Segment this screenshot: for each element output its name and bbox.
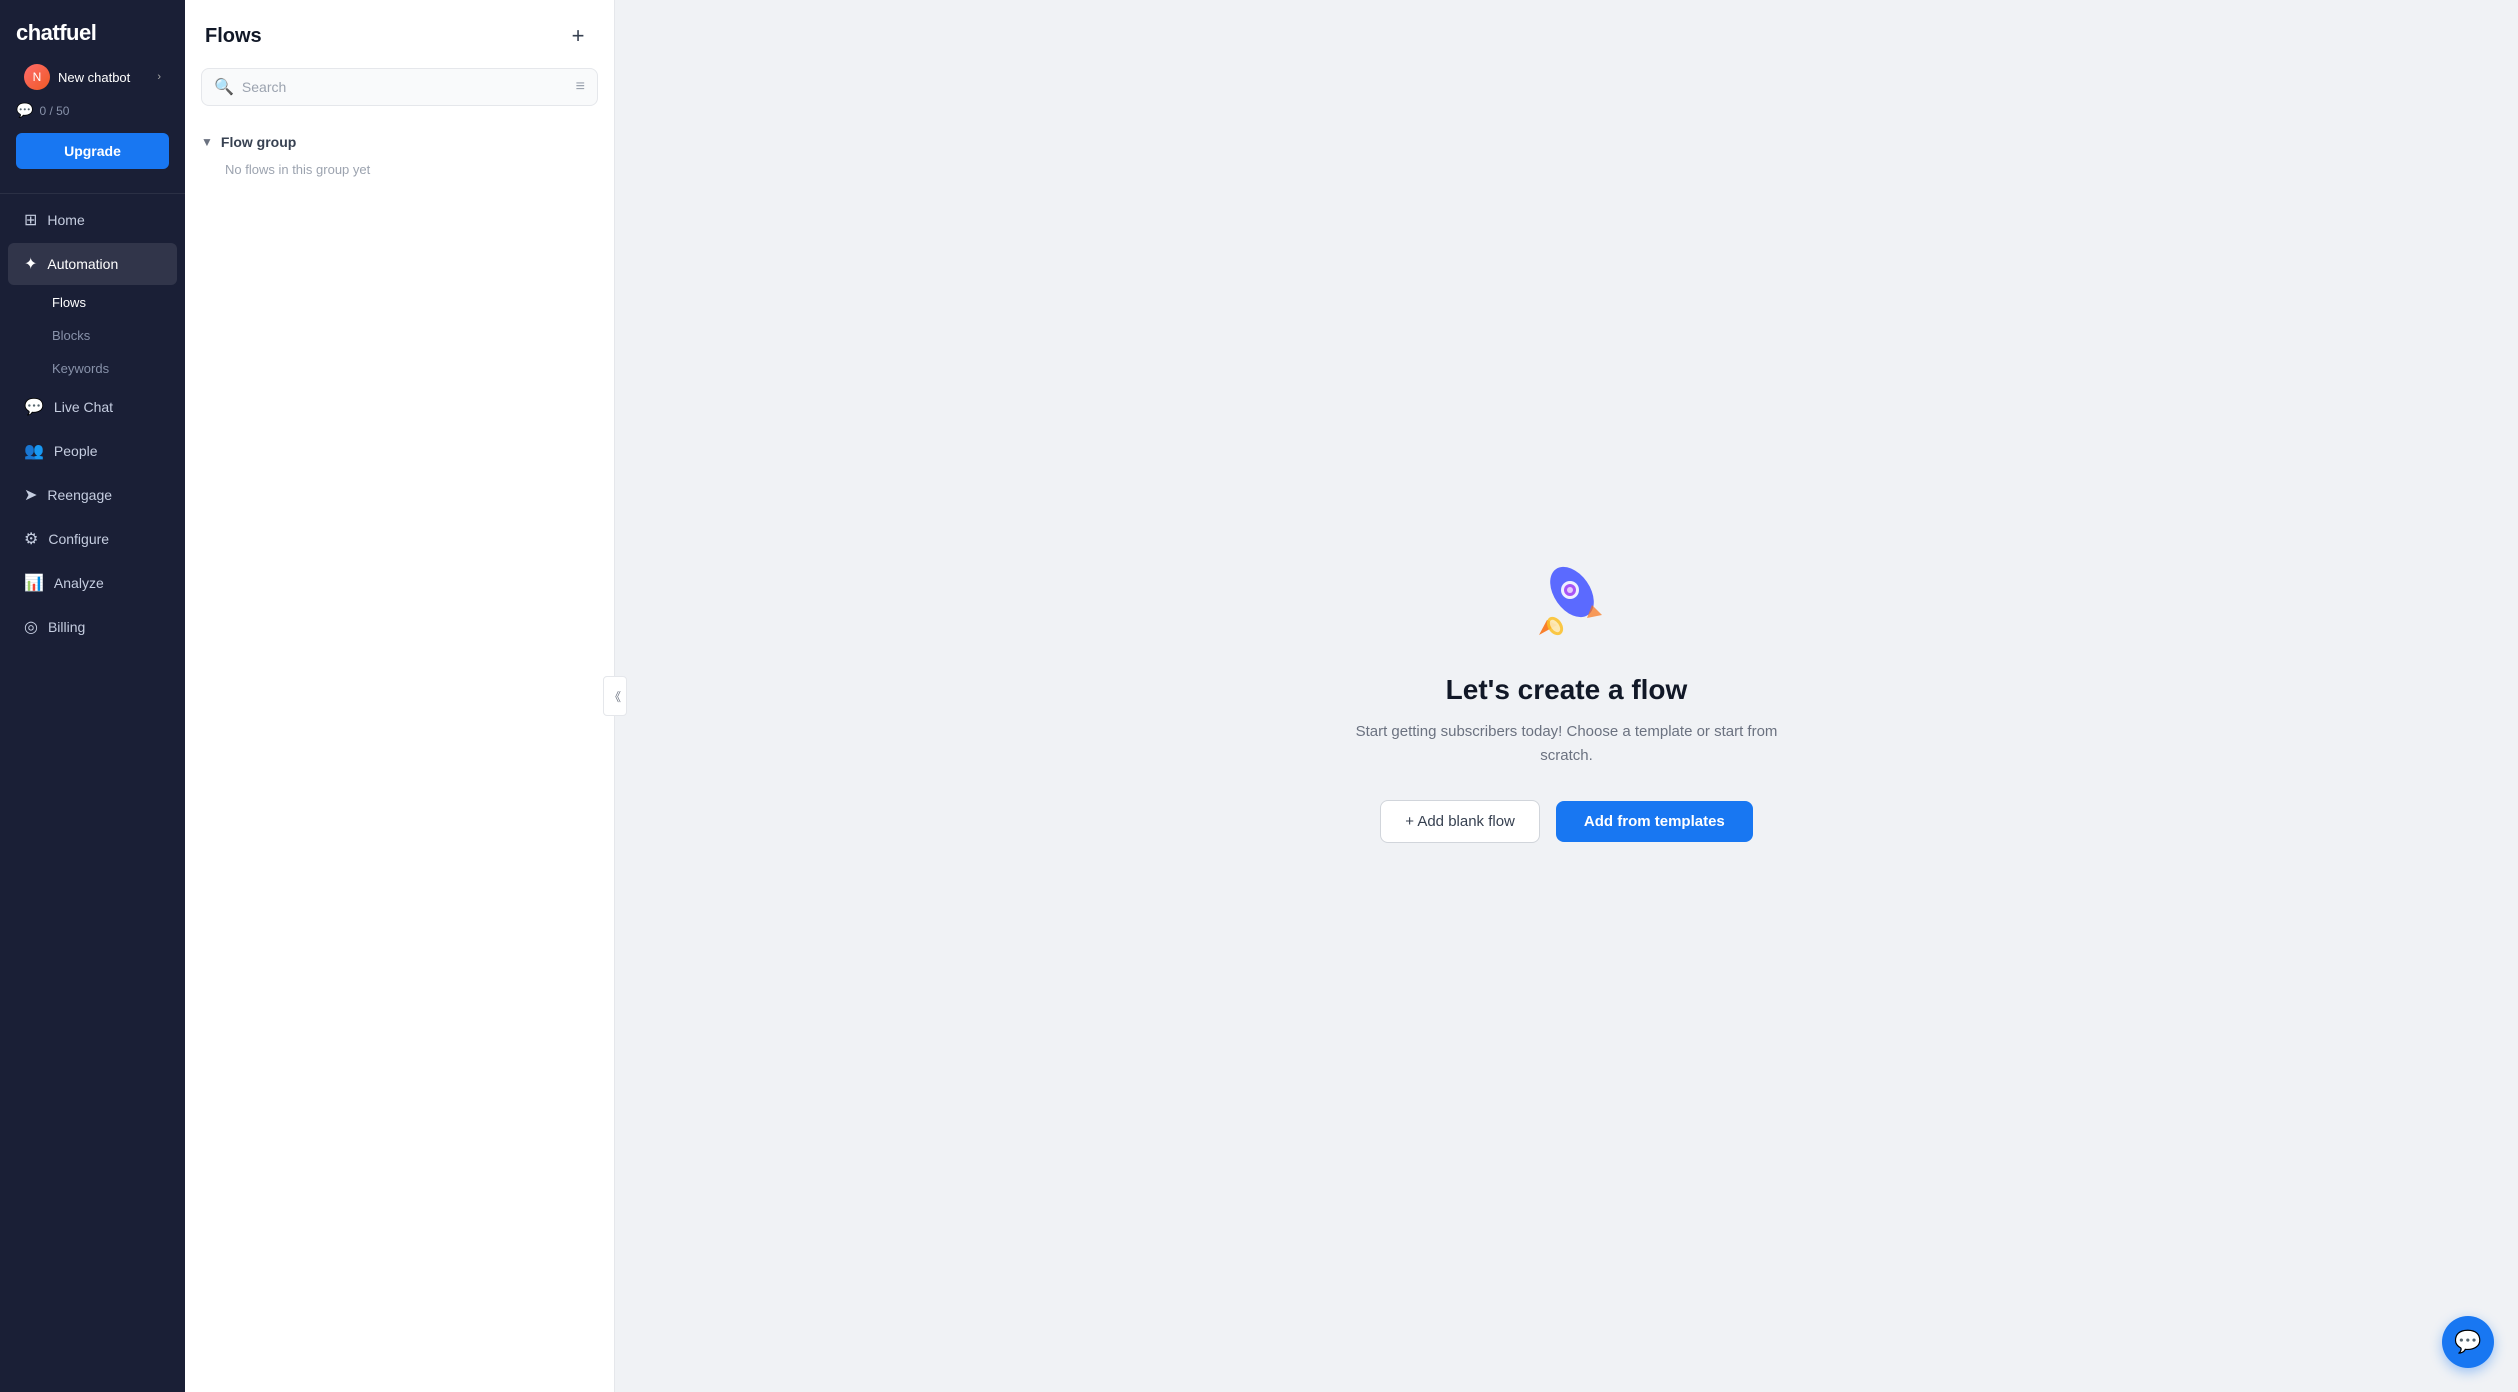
add-flow-button[interactable]: + <box>562 20 594 52</box>
sidebar-item-home-label: Home <box>47 212 84 228</box>
people-icon: 👥 <box>24 441 44 461</box>
live-chat-icon: 💬 <box>24 397 44 417</box>
main-content: 《 Let's create a flow Start getting subs… <box>615 0 2518 1392</box>
empty-state-description: Start getting subscribers today! Choose … <box>1347 720 1787 768</box>
search-input[interactable] <box>242 79 568 95</box>
chatbot-selector[interactable]: N New chatbot › <box>8 58 177 96</box>
filter-icon[interactable]: ≡ <box>576 78 585 96</box>
empty-state-actions: + Add blank flow Add from templates <box>1380 800 1753 843</box>
collapse-panel-button[interactable]: 《 <box>603 676 627 716</box>
flow-panel: Flows + 🔍 ≡ ▼ Flow group No flows in thi… <box>185 0 615 1392</box>
sidebar-divider-top <box>0 193 185 194</box>
home-icon: ⊞ <box>24 210 37 230</box>
sidebar-sub-item-blocks[interactable]: Blocks <box>8 320 177 351</box>
search-bar: 🔍 ≡ <box>201 68 598 106</box>
sidebar-item-home[interactable]: ⊞ Home <box>8 199 177 241</box>
flow-group-header[interactable]: ▼ Flow group <box>201 130 598 154</box>
credits-count: 0 / 50 <box>39 104 69 118</box>
empty-state: Let's create a flow Start getting subscr… <box>1327 530 1807 863</box>
chat-widget-button[interactable]: 💬 <box>2442 1316 2494 1368</box>
reengage-icon: ➤ <box>24 485 37 505</box>
chatbot-arrow-icon: › <box>157 71 161 83</box>
configure-icon: ⚙ <box>24 529 38 549</box>
collapse-icon: 《 <box>609 688 621 705</box>
sidebar-item-billing[interactable]: ◎ Billing <box>8 606 177 648</box>
sidebar-sub-item-keywords[interactable]: Keywords <box>8 353 177 384</box>
credits-display: 💬 0 / 50 <box>0 96 185 133</box>
sidebar-item-reengage[interactable]: ➤ Reengage <box>8 474 177 516</box>
automation-icon: ✦ <box>24 254 37 274</box>
sidebar-item-reengage-label: Reengage <box>47 487 112 503</box>
sidebar: chatfuel N New chatbot › 💬 0 / 50 Upgrad… <box>0 0 185 1392</box>
sidebar-sub-item-flows[interactable]: Flows <box>8 287 177 318</box>
sidebar-item-billing-label: Billing <box>48 619 85 635</box>
sidebar-item-people[interactable]: 👥 People <box>8 430 177 472</box>
flow-group-label: Flow group <box>221 134 296 150</box>
flow-group: ▼ Flow group No flows in this group yet <box>185 122 614 189</box>
empty-state-title: Let's create a flow <box>1446 674 1688 706</box>
upgrade-button[interactable]: Upgrade <box>16 133 169 169</box>
sidebar-item-analyze-label: Analyze <box>54 575 104 591</box>
sidebar-item-live-chat[interactable]: 💬 Live Chat <box>8 386 177 428</box>
flow-group-empty-text: No flows in this group yet <box>201 154 598 181</box>
sidebar-item-live-chat-label: Live Chat <box>54 399 113 415</box>
sidebar-item-configure-label: Configure <box>48 531 109 547</box>
flow-panel-title: Flows <box>205 25 262 48</box>
credits-icon: 💬 <box>16 102 33 119</box>
flow-group-arrow-icon: ▼ <box>201 135 213 149</box>
rocket-illustration <box>1517 550 1617 650</box>
chatbot-name: New chatbot <box>58 70 157 85</box>
sidebar-item-automation-label: Automation <box>47 256 118 272</box>
analyze-icon: 📊 <box>24 573 44 593</box>
chatbot-avatar: N <box>24 64 50 90</box>
search-icon: 🔍 <box>214 77 234 97</box>
flow-panel-header: Flows + <box>185 0 614 68</box>
sidebar-item-automation[interactable]: ✦ Automation <box>8 243 177 285</box>
sidebar-item-people-label: People <box>54 443 98 459</box>
add-blank-flow-button[interactable]: + Add blank flow <box>1380 800 1540 843</box>
chat-widget-icon: 💬 <box>2454 1329 2481 1355</box>
sidebar-item-analyze[interactable]: 📊 Analyze <box>8 562 177 604</box>
add-from-templates-button[interactable]: Add from templates <box>1556 801 1753 842</box>
sidebar-item-configure[interactable]: ⚙ Configure <box>8 518 177 560</box>
app-logo: chatfuel <box>0 0 185 58</box>
billing-icon: ◎ <box>24 617 38 637</box>
